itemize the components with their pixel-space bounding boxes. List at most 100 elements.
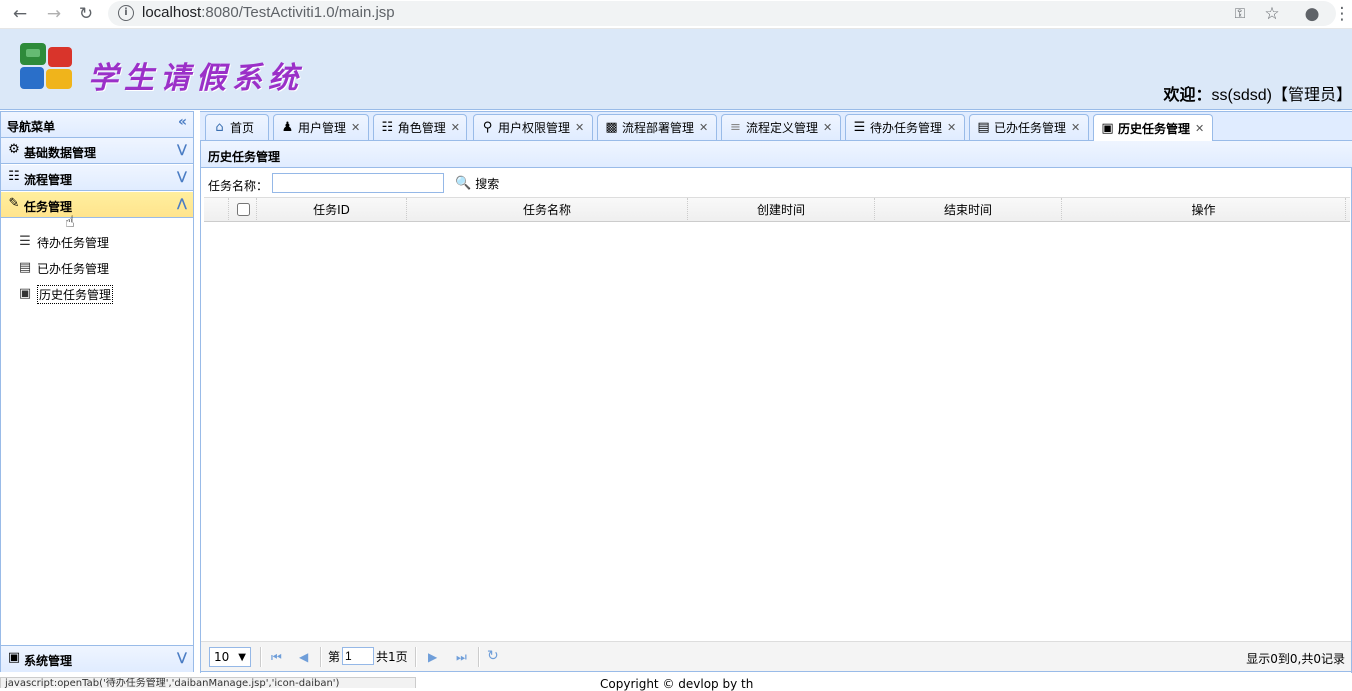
tab-label: 流程部署管理	[622, 121, 695, 135]
page-size-select[interactable]: 10 ▼	[209, 647, 251, 667]
section-label: 流程管理	[24, 173, 73, 187]
search-button-label: 搜索	[475, 177, 500, 191]
checklist-icon: ☰	[853, 120, 866, 135]
tab-label: 已办任务管理	[994, 121, 1067, 135]
chevron-up-icon[interactable]: ⋀	[177, 196, 187, 210]
gear-icon: ⚙	[8, 142, 20, 157]
tab-user-permission[interactable]: ⚲ 用户权限管理 ✕	[473, 114, 593, 140]
users-icon: ♟	[281, 120, 294, 135]
account-icon[interactable]: ●	[1302, 4, 1322, 24]
logo-icon	[18, 41, 76, 93]
close-icon[interactable]: ✕	[451, 121, 460, 134]
chevron-down-icon[interactable]: ⋁	[177, 650, 187, 664]
tab-todo-tasks[interactable]: ☰ 待办任务管理 ✕	[845, 114, 965, 140]
select-all-cell	[229, 198, 257, 222]
search-button[interactable]: 🔍 搜索	[455, 175, 499, 192]
reload-icon[interactable]: ↻	[76, 4, 96, 24]
close-icon[interactable]: ✕	[823, 121, 832, 134]
footer-copyright: Copyright © devlop by th	[600, 677, 754, 691]
task-name-search-input[interactable]	[272, 173, 444, 193]
sidebar-item-todo-tasks[interactable]: ☰ 待办任务管理	[17, 232, 109, 252]
section-basic-data[interactable]: ⚙ 基础数据管理 ⋁	[1, 138, 193, 164]
sidebar-item-label: 历史任务管理	[37, 284, 114, 304]
close-icon[interactable]: ✕	[1195, 122, 1204, 135]
section-process[interactable]: ☷ 流程管理 ⋁	[1, 165, 193, 191]
select-all-checkbox[interactable]	[236, 203, 250, 216]
section-label: 基础数据管理	[24, 146, 97, 160]
welcome-user: ss(sdsd)【管理员】	[1211, 87, 1352, 104]
tab-bar: ⌂ 首页 ♟ 用户管理 ✕ ☷ 角色管理 ✕ ⚲ 用户权限管理 ✕ ▩ 流程部署…	[200, 111, 1352, 142]
column-header-create-time[interactable]: 创建时间	[688, 198, 875, 222]
clapperboard-icon: ▩	[605, 120, 618, 135]
close-icon[interactable]: ✕	[351, 121, 360, 134]
sidebar-item-history-tasks[interactable]: ▣ 历史任务管理	[17, 284, 114, 304]
nav-menu-header: 导航菜单 «	[1, 112, 193, 138]
last-page-icon[interactable]: ⏭	[456, 650, 467, 665]
nav-sidebar: 导航菜单 « ⚙ 基础数据管理 ⋁ ☷ 流程管理 ⋁ ✎ 任务管理 ⋀ ☝ ☰ …	[0, 111, 194, 672]
tab-label: 首页	[230, 121, 255, 135]
divider	[415, 647, 417, 667]
back-icon[interactable]: ←	[10, 4, 30, 24]
welcome-prefix: 欢迎：	[1163, 87, 1212, 104]
search-toolbar: 任务名称： 🔍 搜索	[201, 169, 1352, 197]
star-icon[interactable]: ☆	[1262, 4, 1282, 24]
pager-info: 显示0到0,共0记录	[1246, 652, 1345, 666]
main-panel: 历史任务管理 任务名称： 🔍 搜索 任务ID 任务名称 创建时间 结束时间 操作…	[200, 141, 1352, 673]
tab-label: 历史任务管理	[1118, 122, 1191, 136]
key-icon[interactable]: ⚿	[1230, 4, 1250, 24]
panel-title: 历史任务管理	[208, 150, 281, 164]
divider	[478, 647, 480, 667]
document-icon: ▤	[977, 120, 990, 135]
tab-user-manage[interactable]: ♟ 用户管理 ✕	[273, 114, 369, 140]
info-icon[interactable]: i	[118, 5, 134, 21]
next-page-icon[interactable]: ▶	[428, 650, 437, 664]
close-icon[interactable]: ✕	[1071, 121, 1080, 134]
chevron-down-icon[interactable]: ⋁	[177, 169, 187, 183]
tab-role-manage[interactable]: ☷ 角色管理 ✕	[373, 114, 467, 140]
org-chart-icon: ☷	[8, 169, 20, 184]
sidebar-item-done-tasks[interactable]: ▤ 已办任务管理	[17, 258, 109, 278]
settings-box-icon: ▣	[7, 650, 21, 665]
tab-history-tasks[interactable]: ▣ 历史任务管理 ✕	[1093, 114, 1213, 142]
refresh-icon[interactable]: ↻	[487, 648, 499, 664]
tab-label: 待办任务管理	[870, 121, 943, 135]
column-header-task-id[interactable]: 任务ID	[257, 198, 407, 222]
home-icon: ⌂	[215, 120, 224, 135]
row-number-header	[204, 198, 229, 222]
forward-icon[interactable]: →	[44, 4, 64, 24]
section-task[interactable]: ✎ 任务管理 ⋀	[1, 192, 193, 218]
close-icon[interactable]: ✕	[699, 121, 708, 134]
document-icon: ▤	[18, 260, 32, 275]
page-size-value: 10	[214, 650, 230, 664]
page-total: 共1页	[376, 649, 408, 664]
clipboard-icon: ▣	[18, 286, 32, 301]
tab-label: 用户权限管理	[498, 121, 571, 135]
chevron-down-icon[interactable]: ⋁	[177, 142, 187, 156]
tab-label: 用户管理	[298, 121, 347, 135]
close-icon[interactable]: ✕	[575, 121, 584, 134]
welcome-text: 欢迎：ss(sdsd)【管理员】	[1164, 81, 1352, 105]
url-host: localhost	[142, 4, 202, 21]
prev-page-icon[interactable]: ◀	[299, 650, 308, 664]
column-header-task-name[interactable]: 任务名称	[407, 198, 688, 222]
section-label: 系统管理	[24, 654, 73, 668]
collapse-sidebar-icon[interactable]: «	[178, 114, 187, 130]
tab-done-tasks[interactable]: ▤ 已办任务管理 ✕	[969, 114, 1089, 140]
tab-process-define[interactable]: ≡ 流程定义管理 ✕	[721, 114, 841, 140]
tab-home[interactable]: ⌂ 首页	[205, 114, 269, 140]
edit-icon: ✎	[8, 196, 20, 211]
column-header-end-time[interactable]: 结束时间	[875, 198, 1062, 222]
section-system[interactable]: ▣ 系统管理 ⋁	[1, 645, 193, 672]
page-number-input[interactable]	[342, 647, 375, 665]
close-icon[interactable]: ✕	[947, 121, 956, 134]
first-page-icon[interactable]: ⏮	[271, 650, 282, 665]
page-indicator: 第 共1页	[328, 647, 408, 665]
sidebar-item-label: 待办任务管理	[37, 235, 110, 250]
column-header-actions[interactable]: 操作	[1062, 198, 1346, 222]
tab-process-deploy[interactable]: ▩ 流程部署管理 ✕	[597, 114, 717, 140]
url-text[interactable]: localhost:8080/TestActiviti1.0/main.jsp	[142, 4, 395, 21]
grid-header: 任务ID 任务名称 创建时间 结束时间 操作	[204, 197, 1350, 222]
checklist-icon: ☰	[19, 234, 31, 249]
browser-toolbar: ← → ↻ i localhost:8080/TestActiviti1.0/m…	[0, 0, 1352, 29]
menu-icon[interactable]: ⋮	[1332, 4, 1352, 24]
